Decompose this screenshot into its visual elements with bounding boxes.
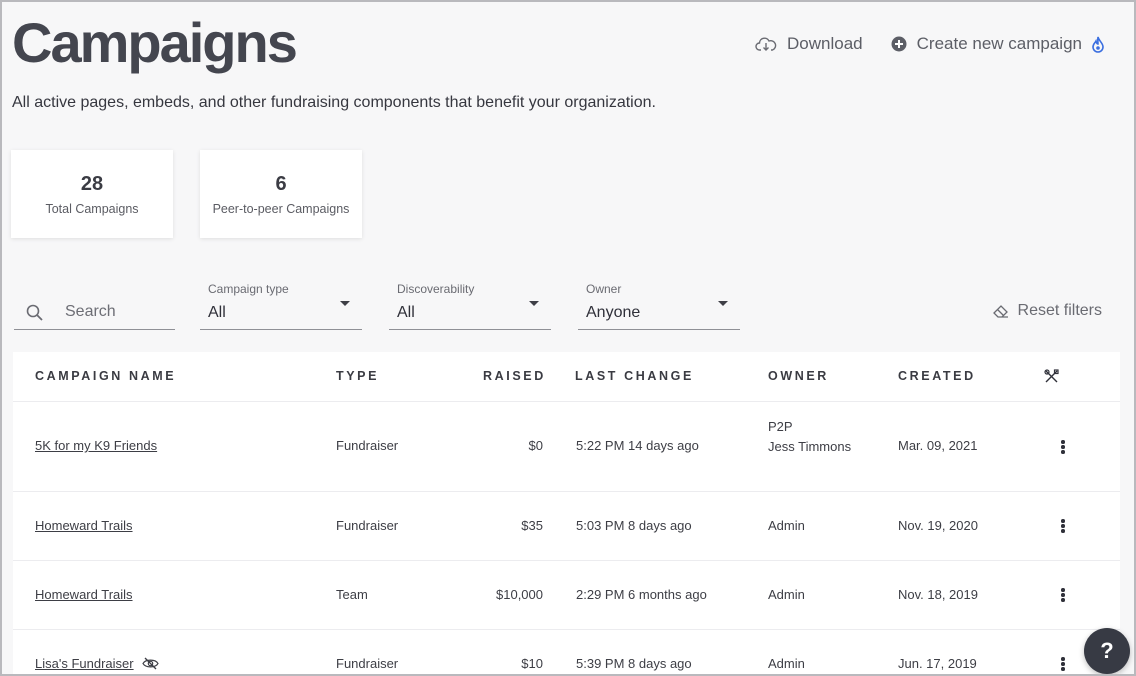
- campaign-raised: $35: [521, 518, 543, 533]
- column-header-owner[interactable]: OWNER: [768, 369, 829, 383]
- campaign-raised: $10: [521, 656, 543, 671]
- table-row: Lisa's Fundraiser Fundraiser $10 5:39 PM…: [13, 630, 1120, 674]
- chevron-down-icon: [718, 301, 728, 306]
- hidden-eye-icon: [142, 657, 159, 670]
- help-button[interactable]: ?: [1084, 628, 1130, 674]
- campaign-owner-type: P2P: [768, 419, 793, 434]
- campaign-owner-type: Admin: [768, 656, 805, 671]
- reset-filters-label: Reset filters: [1017, 302, 1102, 319]
- campaign-owner-name: Jess Timmons: [768, 439, 852, 454]
- search-icon: [26, 304, 43, 321]
- table-header: CAMPAIGN NAME TYPE RAISED LAST CHANGE OW…: [13, 352, 1120, 402]
- eraser-icon: [992, 305, 1008, 318]
- campaign-created: Mar. 09, 2021: [898, 438, 978, 453]
- campaigns-table: CAMPAIGN NAME TYPE RAISED LAST CHANGE OW…: [13, 352, 1120, 674]
- create-campaign-label: Create new campaign: [916, 34, 1082, 53]
- plus-circle-icon: [891, 36, 907, 52]
- campaign-owner-type: Admin: [768, 518, 805, 533]
- tools-icon[interactable]: [1044, 369, 1059, 384]
- column-header-raised[interactable]: RAISED: [483, 369, 546, 383]
- column-header-type[interactable]: TYPE: [336, 369, 379, 383]
- campaign-created: Jun. 17, 2019: [898, 656, 977, 671]
- table-row: Homeward Trails Team $10,000 2:29 PM 6 m…: [13, 561, 1120, 630]
- table-row: Homeward Trails Fundraiser $35 5:03 PM 8…: [13, 492, 1120, 561]
- campaign-owner-type: Admin: [768, 587, 805, 602]
- chevron-down-icon: [340, 301, 350, 306]
- stat-value: 6: [275, 173, 287, 195]
- more-options-icon[interactable]: [1060, 657, 1066, 671]
- stat-label: Total Campaigns: [45, 202, 139, 216]
- campaign-type-dropdown[interactable]: Campaign type All: [200, 282, 362, 330]
- campaign-created: Nov. 18, 2019: [898, 587, 978, 602]
- discoverability-value: All: [397, 304, 415, 321]
- campaign-last-change: 5:03 PM 8 days ago: [576, 518, 692, 533]
- campaign-last-change: 5:22 PM 14 days ago: [576, 438, 699, 453]
- download-button[interactable]: Download: [755, 34, 863, 54]
- search-field[interactable]: [14, 294, 175, 330]
- column-header-created[interactable]: CREATED: [898, 369, 976, 383]
- more-options-icon[interactable]: [1060, 440, 1066, 454]
- create-campaign-button[interactable]: Create new campaign: [891, 34, 1104, 54]
- chevron-down-icon: [529, 301, 539, 306]
- reset-filters-button[interactable]: Reset filters: [992, 302, 1102, 320]
- campaign-name-link[interactable]: Homeward Trails: [35, 518, 133, 533]
- owner-label: Owner: [586, 282, 622, 296]
- page-title: Campaigns: [12, 11, 298, 74]
- campaign-type-label: Campaign type: [208, 282, 289, 296]
- campaign-type-value: All: [208, 304, 226, 321]
- page-subtitle: All active pages, embeds, and other fund…: [12, 94, 656, 111]
- flame-icon: [1092, 36, 1104, 53]
- download-label: Download: [787, 34, 863, 53]
- discoverability-label: Discoverability: [397, 282, 475, 296]
- campaign-type: Team: [336, 587, 368, 602]
- search-input[interactable]: [65, 300, 170, 324]
- campaign-name-link[interactable]: Lisa's Fundraiser: [35, 656, 134, 671]
- page-frame: Campaigns Download Create new campaign A…: [0, 0, 1136, 676]
- stat-label: Peer-to-peer Campaigns: [212, 202, 350, 216]
- campaign-last-change: 5:39 PM 8 days ago: [576, 656, 692, 671]
- more-options-icon[interactable]: [1060, 588, 1066, 602]
- discoverability-dropdown[interactable]: Discoverability All: [389, 282, 551, 330]
- campaign-created: Nov. 19, 2020: [898, 518, 978, 533]
- header-actions: Download Create new campaign: [755, 34, 1104, 54]
- campaign-type: Fundraiser: [336, 656, 399, 671]
- more-options-icon[interactable]: [1060, 519, 1066, 533]
- stat-card-total-campaigns: 28 Total Campaigns: [11, 150, 173, 238]
- column-header-last-change[interactable]: LAST CHANGE: [575, 369, 694, 383]
- campaign-name-link[interactable]: Homeward Trails: [35, 587, 133, 602]
- stat-value: 28: [80, 173, 104, 195]
- owner-dropdown[interactable]: Owner Anyone: [578, 282, 740, 330]
- campaign-last-change: 2:29 PM 6 months ago: [576, 587, 707, 602]
- column-header-name[interactable]: CAMPAIGN NAME: [35, 369, 176, 383]
- stat-card-p2p-campaigns: 6 Peer-to-peer Campaigns: [200, 150, 362, 238]
- table-row: 5K for my K9 Friends Fundraiser $0 5:22 …: [13, 403, 1120, 492]
- campaign-type: Fundraiser: [336, 518, 399, 533]
- campaign-type: Fundraiser: [336, 438, 399, 453]
- campaign-name-link[interactable]: 5K for my K9 Friends: [35, 438, 157, 453]
- cloud-download-icon: [755, 37, 777, 51]
- campaign-raised: $10,000: [496, 587, 543, 602]
- owner-value: Anyone: [586, 304, 641, 321]
- campaign-raised: $0: [528, 438, 543, 453]
